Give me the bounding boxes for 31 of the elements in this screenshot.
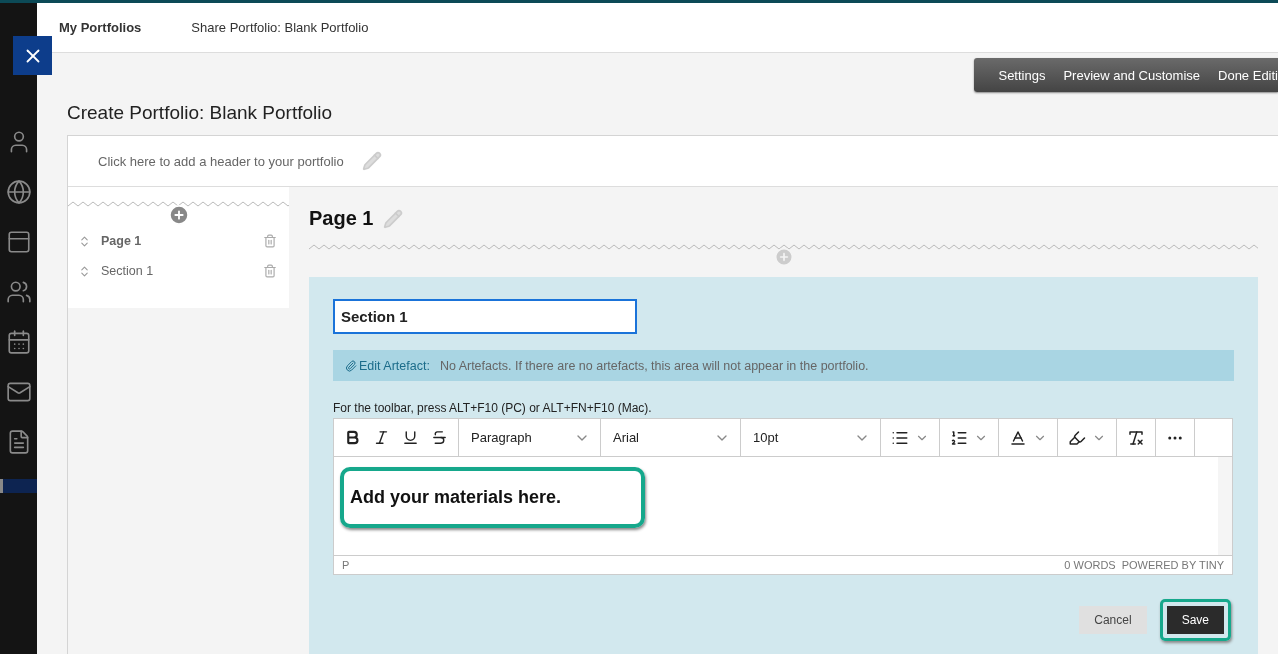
artefact-note: No Artefacts. If there are no artefacts, this area will not appear in the portfolio. [439,358,869,373]
outline-item[interactable]: Page 1 [101,234,253,248]
scrollbar[interactable] [1218,457,1232,555]
outline-item[interactable]: Section 1 [101,264,253,278]
close-button[interactable] [13,36,52,75]
save-button[interactable]: Save [1166,606,1224,634]
header-tab[interactable]: Share Portfolio: Blank Portfolio [191,20,369,35]
section-title-input[interactable]: Section 1 [333,299,637,334]
editor-dropdown[interactable]: 10pt [741,419,881,456]
branding-text: POWERED BY TINY [1121,559,1224,571]
toolbar-button[interactable]: Preview and Customise [1063,67,1200,83]
toolbar-hint: For the toolbar, press ALT+F10 (PC) or ALT+FN+F10 (Mac). [333,401,653,415]
rail-item[interactable] [0,479,37,493]
paperclip-icon [345,359,357,372]
globe-icon[interactable] [5,179,32,205]
toolbar-button[interactable]: Settings [998,67,1046,83]
group-icon[interactable] [5,279,32,305]
word-count: 0 WORDS [1064,559,1116,571]
editor-dropdown[interactable]: Paragraph [459,419,601,456]
page-heading: Create Portfolio: Blank Portfolio [67,102,334,124]
element-path: P [342,559,350,571]
calendar-icon[interactable] [5,329,32,355]
window-icon[interactable] [5,229,32,255]
editor-dropdown[interactable]: Arial [601,419,741,456]
add-header-link[interactable]: Click here to add a header to your portfolio [98,153,344,169]
edit-artefact-link[interactable]: Edit Artefact: [345,358,430,373]
header-tab[interactable]: My Portfolios [59,20,142,35]
cancel-button[interactable]: Cancel [1079,606,1147,634]
toolbar-button[interactable]: Done Editi [1218,67,1278,83]
page-title: Page 1 [309,207,374,230]
editor-content[interactable]: Add your materials here. [350,487,562,508]
